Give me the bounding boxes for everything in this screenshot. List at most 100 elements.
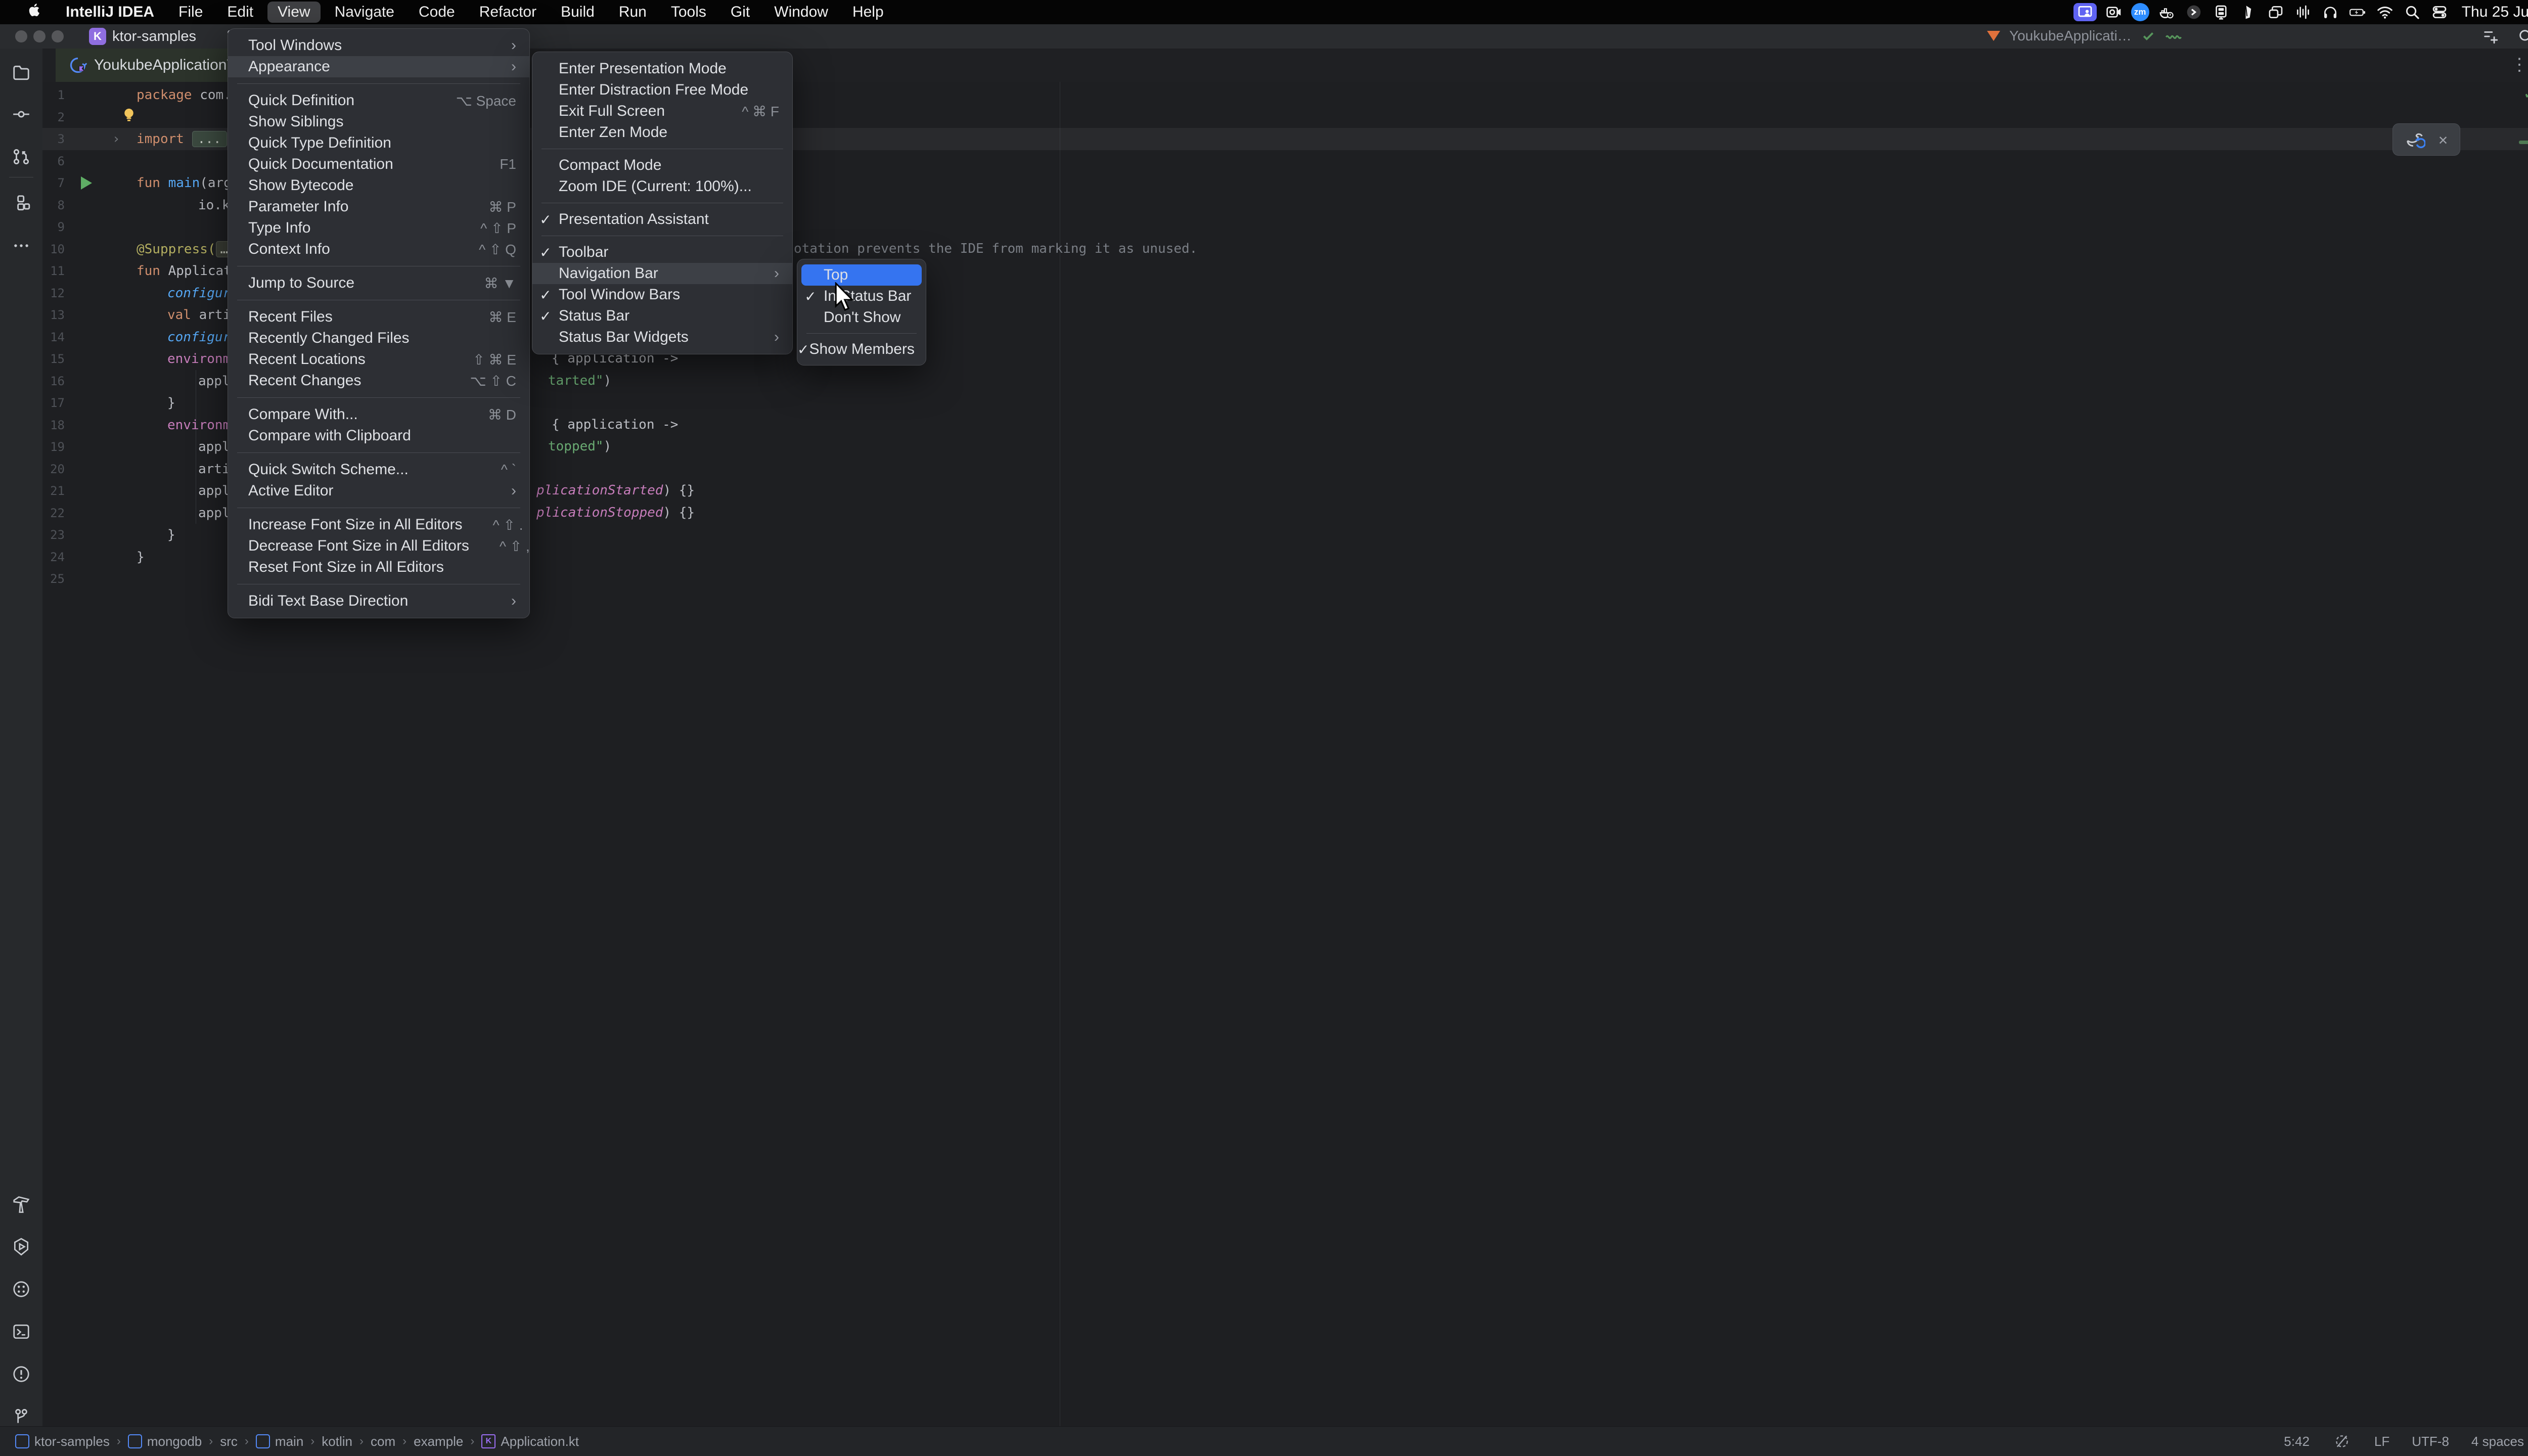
menu-item-active-editor[interactable]: Active Editor › (228, 480, 529, 502)
menu-refactor[interactable]: Refactor (469, 2, 547, 23)
zoom-app-icon[interactable]: zm (2131, 3, 2149, 21)
breadcrumb-item-main[interactable]: main (255, 1434, 303, 1449)
docker-icon[interactable] (2156, 3, 2177, 21)
menu-item-show-bytecode[interactable]: Show Bytecode (228, 175, 529, 196)
project-folder-icon[interactable] (11, 63, 31, 83)
menu-item-parameter-info[interactable]: Parameter Info ⌘ P (228, 196, 529, 217)
menu-navigate[interactable]: Navigate (325, 2, 404, 23)
line-number[interactable]: 16 (42, 374, 65, 388)
menu-item-bidi-text-base-direction[interactable]: Bidi Text Base Direction › (228, 590, 529, 612)
menu-item-tool-windows[interactable]: Tool Windows › (228, 35, 529, 56)
wifi-icon[interactable] (2375, 3, 2395, 21)
vcs-branch-icon[interactable] (11, 1406, 31, 1427)
menu-item-enter-distraction-free-mode[interactable]: Enter Distraction Free Mode (532, 79, 792, 101)
line-separator[interactable]: LF (2374, 1434, 2389, 1449)
intention-bulb-icon[interactable] (121, 107, 137, 127)
notes-leaf-icon[interactable] (2238, 3, 2259, 21)
traffic-light-minimize[interactable] (33, 30, 46, 42)
tab-overflow-kebab-icon[interactable]: ⋮ (2511, 55, 2528, 75)
gradle-reload-chip[interactable]: ✕ (2392, 123, 2460, 156)
menu-bar-clock[interactable]: Thu 25 Jul 11:12 (2462, 4, 2528, 21)
run-gutter-icon[interactable] (81, 176, 92, 190)
no-problems-check-icon[interactable]: ✓ (2524, 83, 2528, 104)
menu-item-status-bar[interactable]: ✓ Status Bar (532, 305, 792, 327)
line-number[interactable]: 15 (42, 352, 65, 366)
menu-tools[interactable]: Tools (661, 2, 716, 23)
menu-build[interactable]: Build (551, 2, 605, 23)
menu-help[interactable]: Help (842, 2, 894, 23)
waveform-icon[interactable] (2293, 3, 2313, 21)
breadcrumb-item-application-kt[interactable]: K Application.kt (481, 1434, 579, 1449)
line-number[interactable]: 1 (42, 88, 65, 102)
add-layout-icon[interactable] (2480, 27, 2501, 46)
menu-item-quick-definition[interactable]: Quick Definition ⌥ Space (228, 90, 529, 111)
line-number[interactable]: 8 (42, 198, 65, 212)
structure-icon[interactable] (11, 193, 31, 213)
terminal-icon[interactable] (11, 1322, 31, 1342)
line-number[interactable]: 18 (42, 418, 65, 432)
file-encoding[interactable]: UTF-8 (2412, 1434, 2449, 1449)
menu-item-context-info[interactable]: Context Info ^ ⇧ Q (228, 239, 529, 260)
menu-item-jump-to-source[interactable]: Jump to Source ⌘ ▼ (228, 272, 529, 294)
menu-item-enter-presentation-mode[interactable]: Enter Presentation Mode (532, 58, 792, 79)
problems-icon[interactable] (11, 1364, 31, 1384)
line-number[interactable]: 19 (42, 440, 65, 454)
menu-item-top[interactable]: Top (801, 264, 922, 286)
line-number[interactable]: 6 (42, 154, 65, 168)
line-number[interactable]: 11 (42, 264, 65, 278)
menu-item-navigation-bar[interactable]: Navigation Bar › (532, 263, 792, 284)
breadcrumb-item-src[interactable]: src (220, 1434, 238, 1449)
menu-item-in-status-bar[interactable]: ✓ In Status Bar (797, 286, 926, 307)
breadcrumb-item-example[interactable]: example (414, 1434, 463, 1449)
menu-item-tool-window-bars[interactable]: ✓ Tool Window Bars (532, 284, 792, 305)
menu-git[interactable]: Git (720, 2, 760, 23)
highlighting-level-icon[interactable] (2332, 1432, 2352, 1450)
menu-item-appearance[interactable]: Appearance › (228, 56, 529, 77)
menu-item-recent-files[interactable]: Recent Files ⌘ E (228, 306, 529, 328)
menu-item-show-siblings[interactable]: Show Siblings (228, 111, 529, 132)
menu-item-exit-full-screen[interactable]: Exit Full Screen ^ ⌘ F (532, 101, 792, 122)
line-number[interactable]: 23 (42, 528, 65, 542)
menu-item-type-info[interactable]: Type Info ^ ⇧ P (228, 217, 529, 239)
line-number[interactable]: 25 (42, 572, 65, 586)
line-number[interactable]: 10 (42, 242, 65, 256)
kotlin-dots-icon[interactable] (11, 1279, 31, 1299)
menu-item-compact-mode[interactable]: Compact Mode (532, 155, 792, 176)
display-icon[interactable] (2211, 3, 2231, 21)
search-everywhere-icon[interactable] (2516, 27, 2528, 46)
line-number[interactable]: 17 (42, 396, 65, 410)
fold-gutter-icon[interactable]: › (112, 131, 120, 147)
commit-icon[interactable] (11, 104, 31, 124)
run-widget[interactable]: YoukubeApplicati… (1987, 28, 2182, 44)
apple-menu-icon[interactable] (18, 1, 52, 24)
line-number[interactable]: 9 (42, 220, 65, 234)
headphones-icon[interactable] (2320, 3, 2340, 21)
line-number[interactable]: 21 (42, 484, 65, 498)
menu-item-enter-zen-mode[interactable]: Enter Zen Mode (532, 122, 792, 143)
run-configuration-name[interactable]: YoukubeApplicati… (2009, 28, 2132, 44)
menu-view[interactable]: View (267, 2, 321, 23)
menu-run[interactable]: Run (609, 2, 657, 23)
menu-item-quick-type-definition[interactable]: Quick Type Definition (228, 132, 529, 154)
menu-code[interactable]: Code (409, 2, 465, 23)
breadcrumb-item-ktor-samples[interactable]: ktor-samples (15, 1434, 110, 1449)
line-number[interactable]: 24 (42, 550, 65, 564)
line-number[interactable]: 14 (42, 330, 65, 344)
breadcrumb-item-com[interactable]: com (371, 1434, 395, 1449)
terminal-circle-icon[interactable] (2184, 3, 2204, 21)
menu-item-don-t-show[interactable]: Don't Show (797, 307, 926, 328)
menu-file[interactable]: File (168, 2, 213, 23)
stage-manager-icon[interactable] (2266, 3, 2286, 21)
indent-style[interactable]: 4 spaces (2471, 1434, 2524, 1449)
menu-item-compare-with[interactable]: Compare With... ⌘ D (228, 404, 529, 425)
line-number[interactable]: 20 (42, 462, 65, 476)
menu-item-decrease-font-size-in-all-editors[interactable]: Decrease Font Size in All Editors ^ ⇧ , (228, 535, 530, 557)
menu-item-recently-changed-files[interactable]: Recently Changed Files (228, 328, 529, 349)
line-number[interactable]: 22 (42, 506, 65, 520)
breadcrumb-item-kotlin[interactable]: kotlin (322, 1434, 352, 1449)
menu-item-toolbar[interactable]: ✓ Toolbar (532, 242, 792, 263)
project-widget[interactable]: K ktor-samples (89, 28, 196, 45)
menu-item-show-members[interactable]: ✓ Show Members (797, 339, 926, 360)
menu-item-compare-with-clipboard[interactable]: Compare with Clipboard (228, 425, 529, 446)
caret-position[interactable]: 5:42 (2284, 1434, 2310, 1449)
